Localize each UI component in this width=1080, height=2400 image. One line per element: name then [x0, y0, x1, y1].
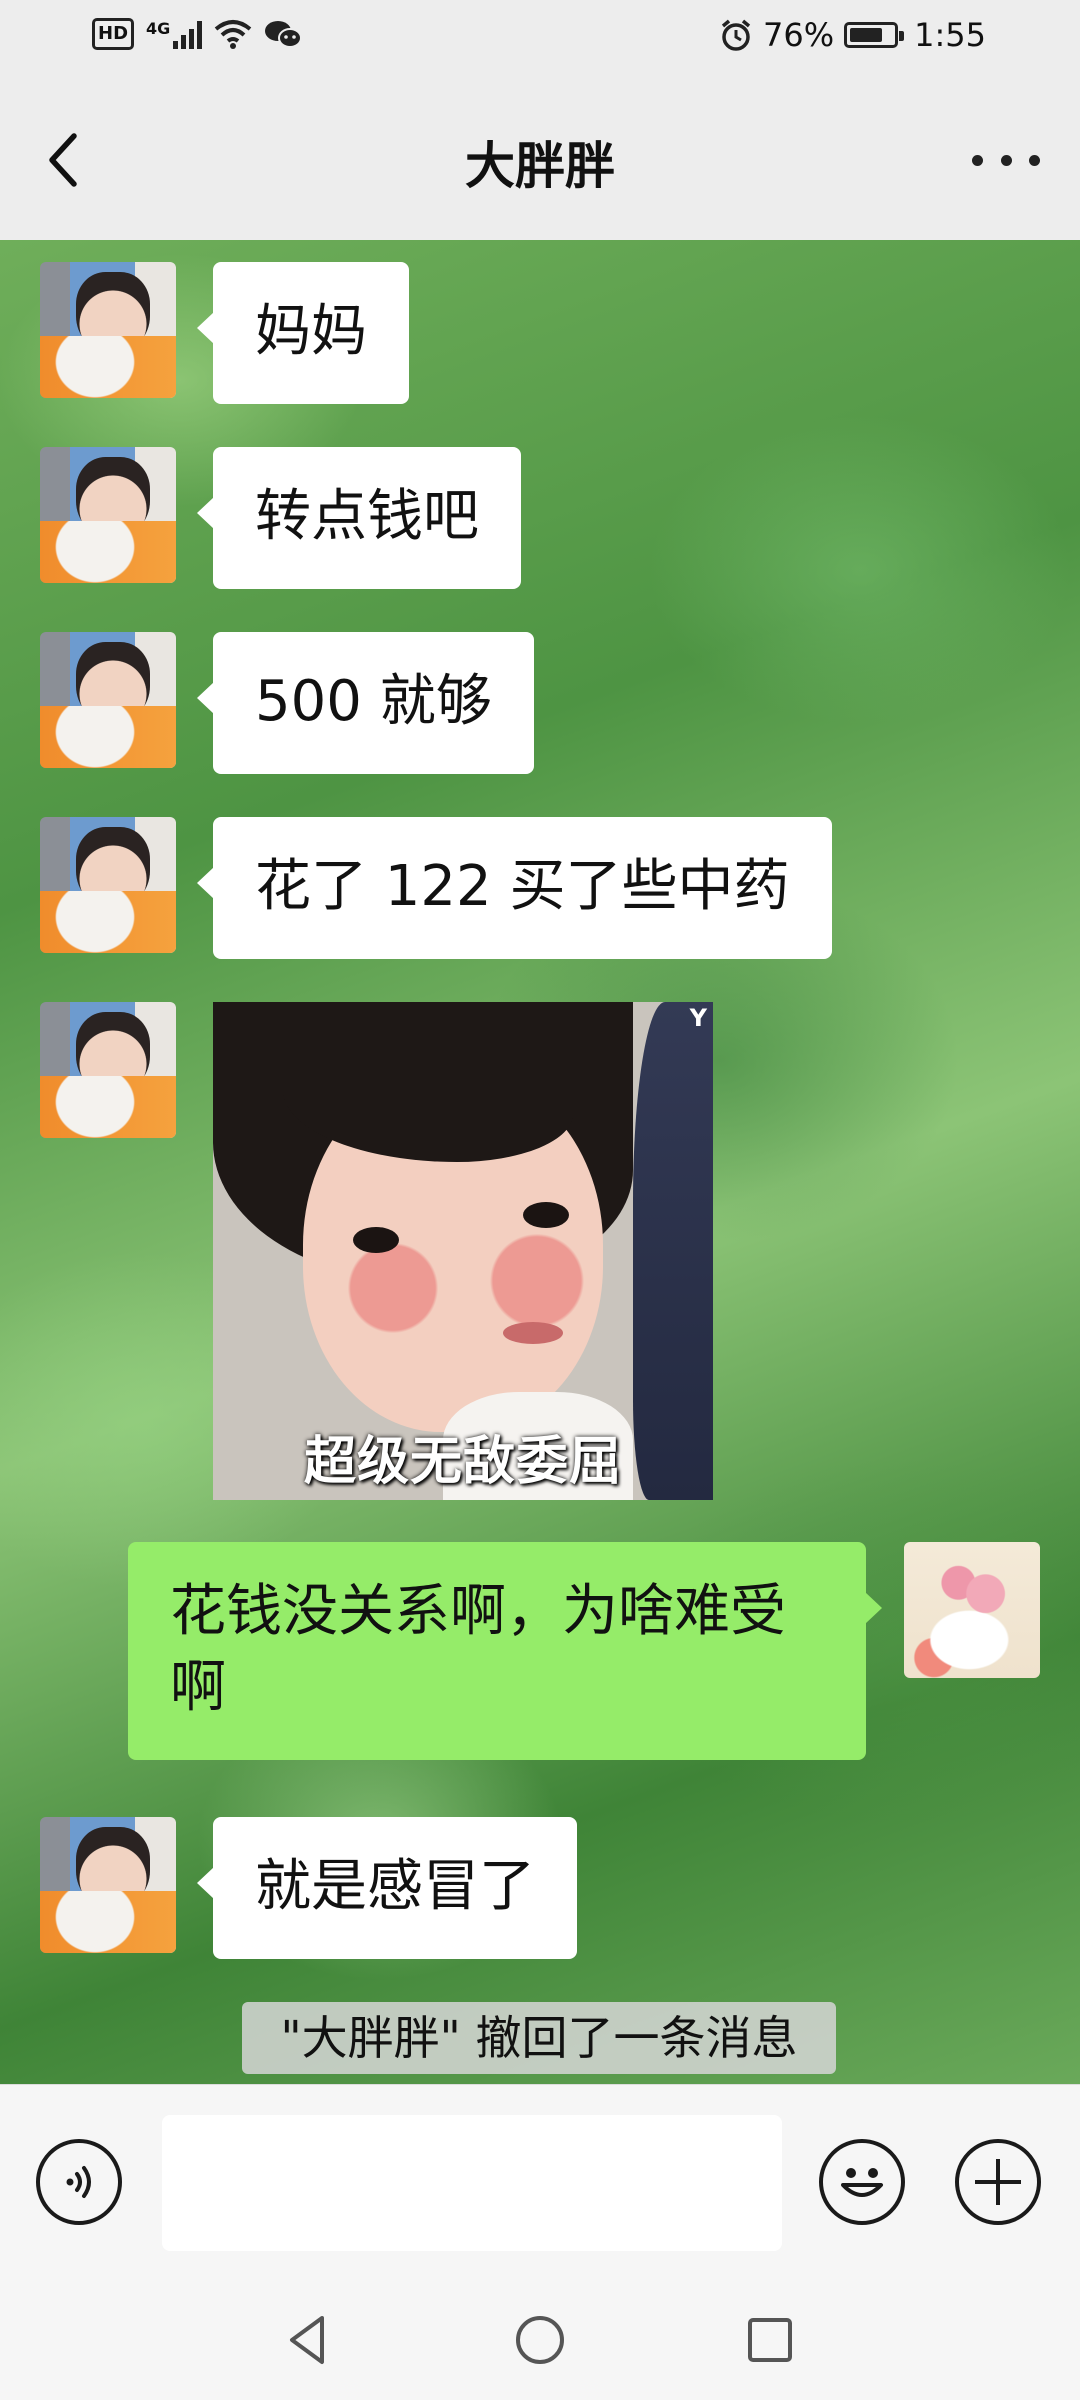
hd-badge: HD — [92, 18, 135, 50]
chat-header: 大胖胖 — [0, 80, 1080, 240]
contact-avatar[interactable] — [40, 1817, 176, 1953]
wechat-icon — [265, 21, 303, 48]
sticker-watermark: Y — [689, 1004, 707, 1032]
my-message-bubble[interactable]: 花钱没关系啊，为啥难受啊 — [128, 1542, 882, 1760]
sticker-caption: 超级无敌委屈 — [303, 1432, 622, 1492]
battery-percent: 76% — [763, 16, 835, 54]
home-circle-icon[interactable] — [510, 2310, 570, 2370]
back-triangle-icon[interactable] — [278, 2310, 338, 2370]
battery-level — [850, 28, 883, 42]
contact-avatar[interactable] — [40, 632, 176, 768]
chat-title: 大胖胖 — [465, 137, 615, 195]
contact-avatar[interactable] — [40, 817, 176, 953]
sticker-eye-right — [523, 1202, 569, 1228]
wifi-icon — [215, 20, 252, 49]
message-input[interactable] — [162, 2115, 782, 2251]
my-avatar[interactable] — [904, 1542, 1040, 1678]
status-left-group: HD 4G — [92, 18, 303, 50]
recall-notice: "大胖胖" 撤回了一条消息 — [242, 2002, 836, 2074]
network-label: 4G — [146, 19, 171, 38]
sticker-image[interactable]: Y 超级无敌委屈 — [213, 1002, 713, 1500]
more-options-icon[interactable] — [966, 128, 1046, 192]
input-bar — [0, 2084, 1080, 2281]
emoji-icon[interactable] — [819, 2139, 905, 2225]
message-bubble[interactable]: 花了 122 买了些中药 — [197, 817, 832, 959]
network-indicator: 4G — [146, 19, 203, 49]
status-bar: HD 4G 76% 1:55 — [0, 0, 1080, 80]
contact-avatar[interactable] — [40, 1002, 176, 1138]
battery-icon — [844, 22, 905, 48]
message-bubble[interactable]: 转点钱吧 — [197, 447, 521, 589]
contact-avatar[interactable] — [40, 262, 176, 398]
chat-area[interactable]: 妈妈 转点钱吧 500 就够 花了 122 买了些中药 Y 超级无敌委屈 花钱没… — [0, 240, 1080, 2084]
status-right-group: 76% 1:55 — [719, 16, 986, 54]
system-navigation-bar — [0, 2280, 1080, 2400]
message-bubble[interactable]: 500 就够 — [197, 632, 534, 774]
sticker-mouth — [503, 1322, 563, 1344]
voice-icon[interactable] — [36, 2139, 122, 2225]
clock: 1:55 — [914, 16, 986, 54]
message-bubble[interactable]: 妈妈 — [197, 262, 409, 404]
contact-avatar[interactable] — [40, 447, 176, 583]
sticker-eye-left — [353, 1227, 399, 1253]
signal-icon — [173, 19, 203, 49]
alarm-icon — [721, 19, 751, 51]
recents-square-icon[interactable] — [740, 2310, 800, 2370]
plus-icon[interactable] — [955, 2139, 1041, 2225]
message-bubble[interactable]: 就是感冒了 — [197, 1817, 577, 1959]
